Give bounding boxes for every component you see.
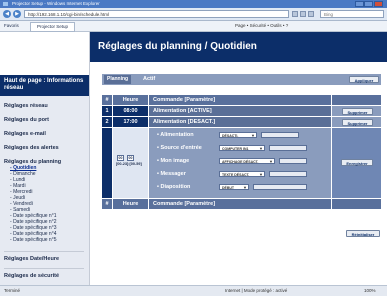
field-my-image-label: • Mon image: [157, 158, 190, 164]
command-bar[interactable]: Page • Sécurité • Outils • ?: [235, 21, 288, 31]
col-number-header: #: [102, 95, 112, 105]
browser-tab[interactable]: Projector Setup: [30, 22, 76, 32]
apply-button[interactable]: Appliquer: [349, 76, 379, 83]
col-action-header: [332, 199, 381, 209]
sidebar-item-alerts[interactable]: Réglages des alertes: [4, 145, 59, 151]
slideshow-param-field: [253, 184, 307, 190]
logo-area: [0, 32, 89, 75]
chevron-down-icon: ▼: [251, 133, 255, 138]
row-action-cell: Supprimer: [332, 117, 381, 127]
table-row: 2 17:00 Alimentation [DESACT.] Supprimer: [102, 117, 381, 127]
window-titlebar: Projector Setup - Windows Internet Explo…: [0, 0, 387, 8]
col-time-header: Heure: [113, 199, 148, 209]
chevron-down-icon: ▼: [259, 172, 263, 177]
sidebar-item-datetime[interactable]: Réglages Date/Heure: [4, 251, 84, 262]
power-param-field: [261, 132, 299, 138]
my-image-select[interactable]: AFFICHAGE DÉSACT. ▼: [219, 158, 275, 164]
sidebar-item-email[interactable]: Réglages e-mail: [4, 131, 46, 137]
col-action-header: [332, 95, 381, 105]
chevron-down-icon: ▼: [259, 146, 263, 151]
row-number: 1: [102, 106, 112, 116]
planning-label: Planning: [104, 75, 132, 84]
chevron-down-icon: ▼: [243, 185, 247, 190]
stop-icon[interactable]: [300, 11, 306, 17]
page-title: Réglages du planning / Quotidien: [90, 32, 387, 62]
row-number: [102, 128, 112, 198]
row-time: 17:00: [113, 117, 148, 127]
sidebar-subitem-date-5[interactable]: - Date spécifique n°5: [10, 237, 56, 243]
close-button[interactable]: [374, 1, 383, 7]
col-number-header: #: [102, 199, 112, 209]
time-entry-cell: 00 00 [00-23]:[00-59]: [113, 128, 148, 198]
field-power-label: • Alimentation: [157, 132, 194, 138]
field-messenger-label: • Messager: [157, 171, 186, 177]
new-entry-row: 00 00 [00-23]:[00-59] • Alimentation DÉS…: [102, 128, 381, 198]
minimize-button[interactable]: [355, 1, 364, 7]
col-command-header: Commande [Paramètre]: [149, 95, 331, 105]
table-row: 1 08:00 Alimentation [ACTIVE] Supprimer: [102, 106, 381, 116]
field-input-source-label: • Source d'entrée: [157, 145, 202, 151]
minute-input[interactable]: 00: [127, 155, 134, 161]
command-entry-cell: • Alimentation DÉSACTI. ▼ • Source d'entr…: [149, 128, 331, 198]
register-cell: Enregistrer: [332, 128, 381, 198]
sidebar-item-port[interactable]: Réglages du port: [4, 117, 49, 123]
col-command-header: Commande [Paramètre]: [149, 199, 331, 209]
row-number: 2: [102, 117, 112, 127]
url-field[interactable]: http://192.168.1.10/cgi-bin/schedule.htm…: [24, 10, 289, 18]
search-input[interactable]: Bing: [320, 10, 384, 18]
row-command: Alimentation [ACTIVE]: [149, 106, 331, 116]
row-command: Alimentation [DESACT.]: [149, 117, 331, 127]
table-header: # Heure Commande [Paramètre]: [102, 95, 381, 105]
power-select[interactable]: DÉSACTI. ▼: [219, 132, 257, 138]
web-page: Haut de page : Informations réseau Régla…: [0, 32, 387, 285]
sidebar-item-security[interactable]: Réglages de sécurité: [4, 268, 84, 279]
window-title: Projector Setup - Windows Internet Explo…: [12, 1, 100, 6]
sidebar-item-network[interactable]: Réglages réseau: [4, 103, 48, 109]
delete-button[interactable]: Supprimer: [342, 118, 373, 126]
row-time: 08:00: [113, 106, 148, 116]
sidebar: Haut de page : Informations réseau Régla…: [0, 32, 90, 285]
status-bar: Terminé Internet | Mode protégé : activé…: [0, 285, 387, 296]
reset-button[interactable]: Réinitialiser: [346, 230, 380, 237]
hour-input[interactable]: 00: [117, 155, 124, 161]
rss-icon[interactable]: [308, 11, 314, 17]
input-source-param-field: [269, 145, 307, 151]
favorites-bar: Favoris Projector Setup Page • Sécurité …: [0, 21, 387, 32]
favorites-button[interactable]: Favoris: [4, 21, 19, 31]
delete-button[interactable]: Supprimer: [342, 107, 373, 115]
slideshow-select[interactable]: DÉBUT ▼: [219, 184, 249, 190]
main-content: Réglages du planning / Quotidien Plannin…: [90, 32, 387, 285]
sidebar-home-link[interactable]: Haut de page : Informations réseau: [0, 75, 89, 96]
col-time-header: Heure: [113, 95, 148, 105]
table-footer-header: # Heure Commande [Paramètre]: [102, 199, 381, 209]
chevron-down-icon: ▼: [269, 159, 273, 164]
back-icon[interactable]: ◀: [3, 10, 11, 18]
planning-bar: Planning Actif Appliquer: [102, 74, 381, 85]
planning-status: Actif: [143, 76, 156, 82]
time-range-hint: [00-23]:[00-59]: [116, 162, 142, 166]
refresh-icon[interactable]: [292, 11, 298, 17]
address-bar: ◀ ▶ http://192.168.1.10/cgi-bin/schedule…: [0, 8, 387, 21]
register-button[interactable]: Enregistrer: [341, 159, 373, 166]
row-action-cell: Supprimer: [332, 106, 381, 116]
maximize-button[interactable]: [364, 1, 373, 7]
messenger-param-field: [269, 171, 307, 177]
ie-icon: [3, 2, 8, 6]
my-image-param-field: [279, 158, 307, 164]
field-slideshow-label: • Diaposition: [157, 184, 191, 190]
input-source-select[interactable]: COMPUTER IN1 ▼: [219, 145, 265, 151]
forward-icon[interactable]: ▶: [13, 10, 21, 18]
messenger-select[interactable]: TEXTE DÉSACT. ▼: [219, 171, 265, 177]
